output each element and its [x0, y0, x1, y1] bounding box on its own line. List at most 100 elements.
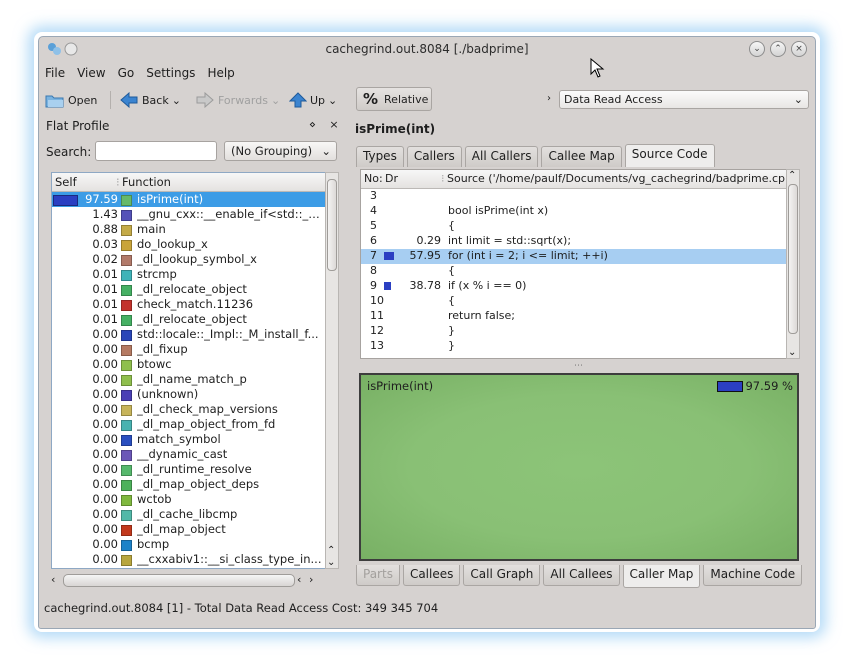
up-button[interactable]: Up ⌄: [289, 90, 337, 110]
function-row[interactable]: 0.01 _dl_relocate_object: [52, 282, 325, 297]
tab-all-callees[interactable]: All Callees: [543, 565, 620, 586]
function-list-vscroll[interactable]: ⌃ ⌄: [325, 172, 339, 569]
relative-toggle[interactable]: % Relative: [356, 87, 432, 111]
function-row[interactable]: 0.00 std::locale::_Impl::_M_install_f...: [52, 327, 325, 342]
source-line[interactable]: 10 {: [361, 294, 787, 309]
menu-settings[interactable]: Settings: [140, 64, 201, 86]
event-arrow-icon: ›: [547, 93, 551, 104]
function-row[interactable]: 0.03 do_lookup_x: [52, 237, 325, 252]
menu-go[interactable]: Go: [112, 64, 141, 86]
col-self-header[interactable]: Self: [55, 175, 77, 189]
function-row[interactable]: 0.00 _dl_cache_libcmp: [52, 507, 325, 522]
function-list[interactable]: Self ⁝ Function 97.59 isPrime(int) 1.43 __g…: [51, 172, 326, 569]
source-line[interactable]: 7 57.95 for (int i = 2; i <= limit; ++i): [361, 249, 787, 264]
search-input[interactable]: [95, 141, 217, 161]
minimize-button[interactable]: ⌄: [749, 41, 765, 57]
function-row[interactable]: 97.59 isPrime(int): [52, 192, 325, 207]
menu-help[interactable]: Help: [201, 64, 240, 86]
tab-callees[interactable]: Callees: [402, 565, 461, 586]
source-lines: 3 4 bool isPrime(int x) 5{6 0.29 int limit = …: [361, 189, 787, 354]
function-row[interactable]: 1.43 __gnu_cxx::__enable_if<std::__...: [52, 207, 325, 222]
event-type-select[interactable]: Data Read Access ⌄: [559, 90, 809, 109]
up-label: Up: [310, 93, 326, 107]
source-line[interactable]: 9 38.78 if (x % i == 0): [361, 279, 787, 294]
scroll-left-icon-2[interactable]: ‹: [297, 573, 301, 586]
tab-machine-code[interactable]: Machine Code: [703, 565, 803, 586]
color-swatch: [121, 210, 132, 221]
function-row[interactable]: 0.01 check_match.11236: [52, 297, 325, 312]
back-button[interactable]: Back ⌄: [119, 90, 181, 110]
scroll-down-icon[interactable]: ⌄: [788, 347, 796, 358]
function-row[interactable]: 0.88 main: [52, 222, 325, 237]
tab-callers[interactable]: Callers: [406, 146, 462, 167]
open-button[interactable]: Open: [45, 90, 97, 110]
tab-all-callers[interactable]: All Callers: [464, 146, 539, 167]
menu-file[interactable]: File: [39, 64, 71, 86]
function-row[interactable]: 0.01 strcmp: [52, 267, 325, 282]
tab-callee-map[interactable]: Callee Map: [541, 146, 622, 167]
function-row[interactable]: 0.00 (unknown): [52, 387, 325, 402]
scroll-down-icon[interactable]: ⌄: [327, 557, 335, 568]
function-row[interactable]: 0.00 bcmp: [52, 537, 325, 552]
color-swatch: [121, 285, 132, 296]
float-panel-icon[interactable]: ⋄: [309, 118, 316, 131]
relative-label: Relative: [384, 92, 429, 106]
close-panel-icon[interactable]: ×: [329, 118, 338, 131]
menu-view[interactable]: View: [71, 64, 111, 86]
vscroll-thumb[interactable]: [327, 179, 337, 271]
function-row[interactable]: 0.00 wctob: [52, 492, 325, 507]
source-vscroll[interactable]: ⌃ ⌄: [786, 169, 800, 359]
function-list-hscroll[interactable]: ‹ ‹ ›: [51, 573, 324, 587]
up-dropdown-icon[interactable]: ⌄: [328, 94, 337, 107]
function-row[interactable]: 0.00 _dl_runtime_resolve: [52, 462, 325, 477]
source-line[interactable]: 11 return false;: [361, 309, 787, 324]
function-row[interactable]: 0.00 _dl_check_map_versions: [52, 402, 325, 417]
scroll-up-icon[interactable]: ⌃: [788, 170, 796, 181]
function-name: __cxxabiv1::__si_class_type_in...: [137, 552, 322, 566]
col-function-header[interactable]: Function: [122, 175, 171, 189]
function-row[interactable]: 0.01 _dl_relocate_object: [52, 312, 325, 327]
function-row[interactable]: 0.00 match_symbol: [52, 432, 325, 447]
function-row[interactable]: 0.00 __dynamic_cast: [52, 447, 325, 462]
forwards-dropdown-icon[interactable]: ⌄: [271, 94, 280, 107]
source-line[interactable]: 4 bool isPrime(int x): [361, 204, 787, 219]
function-row[interactable]: 0.00 _dl_fixup: [52, 342, 325, 357]
function-row[interactable]: 0.00 __cxxabiv1::__si_class_type_in...: [52, 552, 325, 567]
source-line[interactable]: 5{: [361, 219, 787, 234]
col-source-header[interactable]: Source ('/home/paulf/Documents/vg_cacheg…: [447, 172, 785, 185]
function-row[interactable]: 0.00 _dl_map_object: [52, 522, 325, 537]
source-line[interactable]: 3: [361, 189, 787, 204]
tab-parts[interactable]: Parts: [356, 565, 400, 586]
tab-call-graph[interactable]: Call Graph: [463, 565, 541, 586]
tab-source-code[interactable]: Source Code: [624, 144, 715, 167]
source-line[interactable]: 13}: [361, 339, 787, 354]
function-row[interactable]: 0.02 _dl_lookup_symbol_x: [52, 252, 325, 267]
close-button[interactable]: ×: [791, 41, 807, 57]
grouping-select[interactable]: (No Grouping) ⌄: [224, 141, 337, 161]
source-line[interactable]: 8{: [361, 264, 787, 279]
hscroll-thumb[interactable]: [63, 574, 295, 587]
col-dr-header[interactable]: Dr: [385, 172, 398, 185]
tab-caller-map[interactable]: Caller Map: [622, 565, 701, 588]
tab-types[interactable]: Types: [356, 146, 404, 167]
back-dropdown-icon[interactable]: ⌄: [172, 94, 181, 107]
scroll-left-icon[interactable]: ‹: [51, 573, 55, 586]
source-view[interactable]: No: Dr ⁝ Source ('/home/paulf/Documents/…: [360, 169, 788, 359]
line-code: }: [443, 339, 787, 354]
scroll-up-icon[interactable]: ⌃: [327, 545, 335, 556]
scroll-right-icon[interactable]: ›: [309, 573, 313, 586]
col-no-header[interactable]: No:: [364, 172, 383, 185]
source-vscroll-thumb[interactable]: [788, 184, 798, 334]
color-swatch: [121, 405, 132, 416]
source-line[interactable]: 12}: [361, 324, 787, 339]
function-row[interactable]: 0.00 _dl_name_match_p: [52, 372, 325, 387]
source-line[interactable]: 6 0.29 int limit = std::sqrt(x);: [361, 234, 787, 249]
function-row[interactable]: 0.00 _dl_map_object_deps: [52, 477, 325, 492]
maximize-button[interactable]: ⌃: [770, 41, 786, 57]
caller-map[interactable]: isPrime(int) 97.59 %: [359, 373, 799, 561]
self-cost: 0.02: [92, 252, 118, 266]
splitter-handle-icon[interactable]: ⋯: [574, 361, 583, 371]
forwards-button[interactable]: Forwards ⌄: [195, 90, 280, 110]
function-row[interactable]: 0.00 _dl_map_object_from_fd: [52, 417, 325, 432]
function-row[interactable]: 0.00 btowc: [52, 357, 325, 372]
